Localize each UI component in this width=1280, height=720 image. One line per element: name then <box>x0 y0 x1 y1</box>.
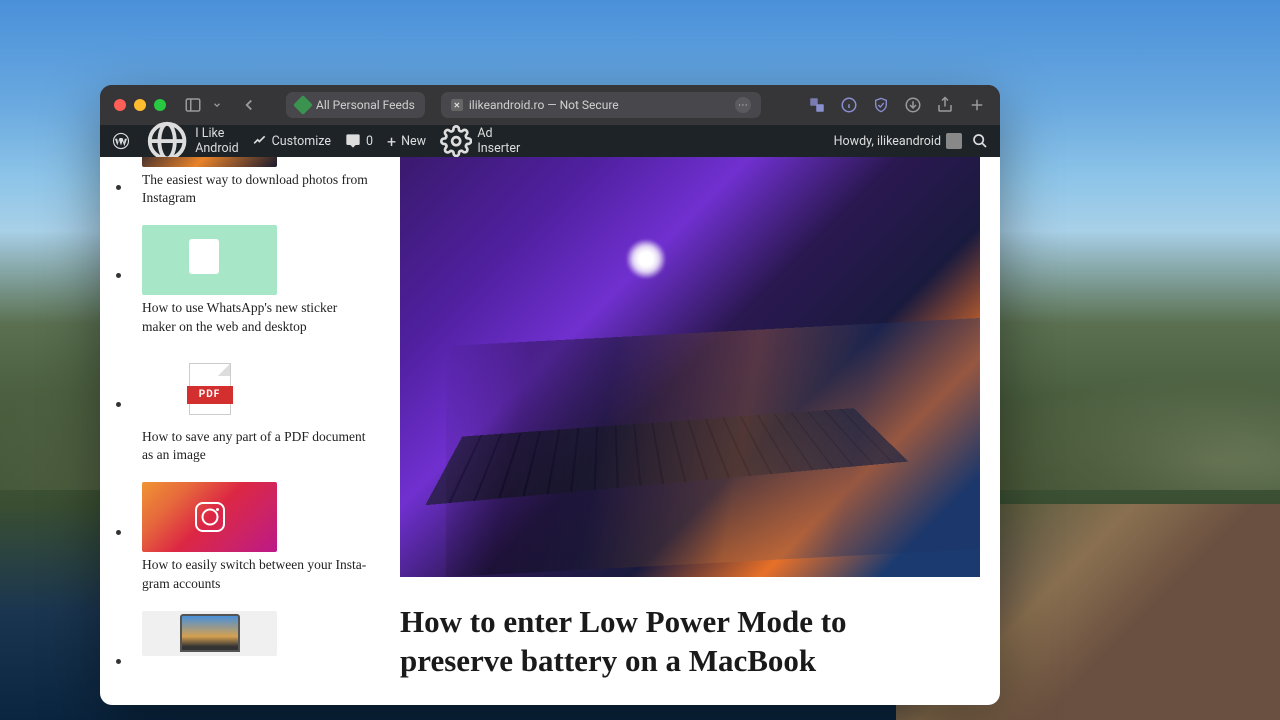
list-item[interactable]: How to use WhatsApp's new sticker maker … <box>142 225 368 335</box>
toolbar-right <box>808 96 986 114</box>
feeds-label: All Personal Feeds <box>316 98 415 112</box>
list-item-title: How to easily switch between your Insta­… <box>142 556 368 592</box>
feeds-badge-icon <box>293 95 313 115</box>
back-button[interactable] <box>240 96 258 114</box>
download-icon[interactable] <box>904 96 922 114</box>
feeds-pill[interactable]: All Personal Feeds <box>286 92 425 118</box>
ad-inserter-link[interactable]: Ad Inserter <box>440 125 520 157</box>
chevron-down-icon[interactable] <box>212 96 222 114</box>
article-title: How to enter Low Power Mode to preserve … <box>400 603 880 681</box>
browser-window: All Personal Feeds ✕ ilikeandroid.ro — N… <box>100 85 1000 705</box>
customize-link[interactable]: Customize <box>253 134 331 149</box>
translate-icon[interactable] <box>808 96 826 114</box>
list-item[interactable]: PDF How to save any part of a PDF docume… <box>142 354 368 464</box>
traffic-lights <box>114 99 166 111</box>
new-tab-icon[interactable] <box>968 96 986 114</box>
search-icon[interactable] <box>972 133 988 149</box>
minimize-button[interactable] <box>134 99 146 111</box>
list-item-title: The easiest way to download photos from … <box>142 171 368 207</box>
close-button[interactable] <box>114 99 126 111</box>
thumbnail <box>142 157 277 167</box>
list-item[interactable]: The easiest way to download photos from … <box>142 157 368 207</box>
instagram-icon <box>195 502 225 532</box>
address-more-icon[interactable]: ⋯ <box>735 97 751 113</box>
wp-admin-bar: I Like Android Customize 0 + New Ad Inse… <box>100 125 1000 157</box>
wp-logo[interactable] <box>112 132 130 150</box>
site-badge-icon: ✕ <box>451 99 463 111</box>
related-sidebar: The easiest way to download photos from … <box>100 157 380 705</box>
thumbnail <box>142 225 277 295</box>
list-item[interactable] <box>142 611 368 656</box>
avatar-icon <box>946 133 962 149</box>
shield-icon[interactable] <box>872 96 890 114</box>
howdy-link[interactable]: Howdy, ilikeandroid <box>834 133 962 149</box>
info-icon[interactable] <box>840 96 858 114</box>
page-content: The easiest way to download photos from … <box>100 157 1000 705</box>
main-article: How to enter Low Power Mode to preserve … <box>380 157 1000 705</box>
maximize-button[interactable] <box>154 99 166 111</box>
sidebar-toggle-icon[interactable] <box>184 96 202 114</box>
thumbnail: PDF <box>142 354 277 424</box>
share-icon[interactable] <box>936 96 954 114</box>
pdf-icon: PDF <box>189 363 231 415</box>
list-item[interactable]: How to easily switch between your Insta­… <box>142 482 368 592</box>
laptop-icon <box>180 614 240 652</box>
thumbnail <box>142 611 277 656</box>
thumbnail <box>142 482 277 552</box>
list-item-title: How to use WhatsApp's new sticker maker … <box>142 299 368 335</box>
new-link[interactable]: + New <box>387 132 426 151</box>
list-item-title: How to save any part of a PDF document a… <box>142 428 368 464</box>
address-bar[interactable]: ✕ ilikeandroid.ro — Not Secure ⋯ <box>441 92 761 118</box>
hero-image <box>400 157 980 577</box>
comments-link[interactable]: 0 <box>345 133 373 149</box>
address-text: ilikeandroid.ro — Not Secure <box>469 98 619 112</box>
